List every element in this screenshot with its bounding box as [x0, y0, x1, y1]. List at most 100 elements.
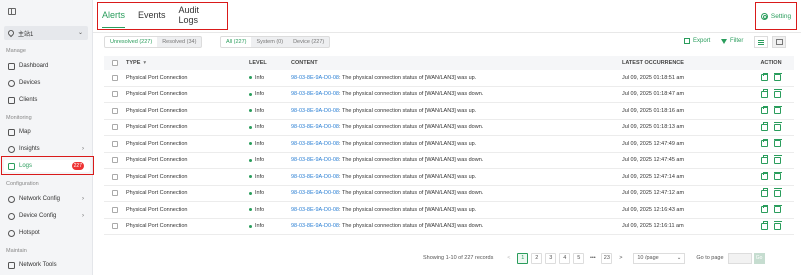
col-level: LEVEL	[249, 60, 267, 66]
filter-unresolved[interactable]: Unresolved (227)	[105, 37, 158, 47]
sidebar-item-map[interactable]: Map	[4, 126, 90, 138]
table-row[interactable]: Physical Port Connection Info 98-03-8E-9A-…	[104, 103, 794, 120]
tab-audit-logs[interactable]: Audit Logs	[179, 5, 214, 27]
setting-button[interactable]: Setting	[755, 2, 797, 30]
sidebar-item-dashboard[interactable]: Dashboard	[4, 60, 90, 72]
table-row[interactable]: Physical Port Connection Info 98-03-8E-9A-…	[104, 219, 794, 235]
sidebar-item-hotspot[interactable]: Hotspot	[4, 227, 90, 239]
row-checkbox[interactable]	[112, 124, 118, 131]
page-2[interactable]: 2	[531, 252, 543, 264]
cell-level: Info	[249, 190, 291, 196]
tab-alerts[interactable]: Alerts	[102, 10, 126, 28]
trash-icon[interactable]	[773, 155, 782, 164]
device-mac-link[interactable]: 98-03-8E-9A-D0-08	[291, 75, 339, 81]
table-row[interactable]: Physical Port Connection Info 98-03-8E-9A-…	[104, 136, 794, 153]
site-name: 主站1	[18, 31, 34, 38]
device-mac-link[interactable]: 98-03-8E-9A-D0-08	[291, 141, 339, 147]
row-checkbox[interactable]	[112, 173, 118, 180]
page-size-select[interactable]: 10 /page ⌄	[633, 252, 686, 264]
cell-type: Physical Port Connection	[126, 223, 188, 230]
sidebar-item-label: Network Config	[19, 196, 61, 202]
page-3[interactable]: 3	[545, 252, 557, 264]
resolve-icon[interactable]	[761, 221, 768, 230]
row-checkbox[interactable]	[112, 74, 118, 81]
filter-device[interactable]: Device (227)	[288, 37, 329, 47]
device-mac-link[interactable]: 98-03-8E-9A-D0-08	[291, 91, 339, 97]
go-button[interactable]: Go	[753, 252, 765, 264]
site-selector[interactable]: 主站1 ⌄	[4, 26, 88, 40]
col-type[interactable]: TYPE ▾	[126, 60, 249, 66]
trash-icon[interactable]	[773, 105, 782, 115]
sidebar-item-label: Network Tools	[19, 262, 57, 268]
trash-icon[interactable]	[773, 221, 782, 230]
prev-page-button[interactable]: <	[503, 253, 514, 264]
resolve-icon[interactable]	[761, 155, 768, 164]
row-checkbox[interactable]	[112, 190, 118, 197]
trash-icon[interactable]	[773, 138, 782, 148]
page-4[interactable]: 4	[559, 252, 571, 264]
table-row[interactable]: Physical Port Connection Info 98-03-8E-9A-…	[104, 87, 794, 103]
page-ellipsis[interactable]: •••	[587, 253, 598, 264]
table-row[interactable]: Physical Port Connection Info 98-03-8E-9A-…	[104, 153, 794, 169]
page-23[interactable]: 23	[601, 252, 613, 264]
panel-view-button[interactable]	[772, 36, 786, 48]
gear-icon	[760, 12, 768, 20]
device-mac-link[interactable]: 98-03-8E-9A-D0-08	[291, 108, 339, 114]
content-message: : The physical connection status of [WAN…	[339, 107, 477, 114]
export-button[interactable]: Export	[684, 38, 710, 44]
page-1[interactable]: 1	[517, 252, 529, 264]
sidebar-item-insights[interactable]: Insights ›	[4, 143, 90, 155]
sidebar-item-devices[interactable]: Devices	[4, 77, 90, 89]
resolve-icon[interactable]	[761, 204, 768, 214]
device-mac-link[interactable]: 98-03-8E-9A-D0-08	[291, 174, 339, 180]
table-row[interactable]: Physical Port Connection Info 98-03-8E-9A-…	[104, 70, 794, 87]
row-checkbox[interactable]	[112, 223, 118, 230]
row-checkbox[interactable]	[112, 91, 118, 98]
trash-icon[interactable]	[773, 171, 782, 181]
filter-icon[interactable]: ▾	[143, 60, 146, 66]
sidebar-item-network-tools[interactable]: Network Tools	[4, 259, 90, 271]
table-row[interactable]: Physical Port Connection Info 98-03-8E-9A-…	[104, 186, 794, 202]
filter-button[interactable]: Filter	[721, 38, 743, 44]
device-mac-link[interactable]: 98-03-8E-9A-D0-08	[291, 157, 339, 163]
filter-all[interactable]: All (227)	[221, 37, 252, 47]
info-dot-icon	[249, 109, 252, 113]
row-checkbox[interactable]	[112, 157, 118, 164]
row-checkbox[interactable]	[112, 206, 118, 213]
cell-type: Physical Port Connection	[126, 91, 188, 98]
sidebar-item-device-config[interactable]: Device Config ›	[4, 210, 90, 222]
row-checkbox[interactable]	[112, 140, 118, 147]
next-page-button[interactable]: >	[615, 253, 626, 264]
resolve-icon[interactable]	[761, 122, 768, 131]
resolve-icon[interactable]	[761, 171, 768, 181]
resolve-icon[interactable]	[761, 188, 768, 197]
table-row[interactable]: Physical Port Connection Info 98-03-8E-9A-…	[104, 202, 794, 219]
page-5[interactable]: 5	[573, 252, 585, 264]
filter-system[interactable]: System (0)	[251, 37, 288, 47]
table-row[interactable]: Physical Port Connection Info 98-03-8E-9A-…	[104, 120, 794, 136]
tab-events[interactable]: Events	[138, 10, 166, 22]
goto-page-input[interactable]	[727, 252, 752, 264]
sidebar-item-clients[interactable]: Clients	[4, 94, 90, 106]
panel-icon	[775, 39, 783, 45]
device-mac-link[interactable]: 98-03-8E-9A-D0-08	[291, 124, 339, 130]
resolve-icon[interactable]	[761, 138, 768, 148]
device-mac-link[interactable]: 98-03-8E-9A-D0-08	[291, 223, 339, 229]
trash-icon[interactable]	[773, 188, 782, 197]
select-all-checkbox[interactable]	[112, 60, 118, 66]
trash-icon[interactable]	[773, 204, 782, 214]
resolve-icon[interactable]	[761, 89, 768, 98]
sidebar-toggle-icon[interactable]	[8, 8, 16, 15]
row-checkbox[interactable]	[112, 107, 118, 114]
sidebar-item-network-config[interactable]: Network Config ›	[4, 193, 90, 205]
resolve-icon[interactable]	[761, 105, 768, 115]
device-mac-link[interactable]: 98-03-8E-9A-D0-08	[291, 190, 339, 196]
list-view-button[interactable]	[754, 36, 768, 48]
trash-icon[interactable]	[773, 122, 782, 131]
trash-icon[interactable]	[773, 89, 782, 98]
device-mac-link[interactable]: 98-03-8E-9A-D0-08	[291, 207, 339, 213]
resolve-icon[interactable]	[761, 72, 768, 82]
filter-resolved[interactable]: Resolved (34)	[157, 37, 201, 47]
trash-icon[interactable]	[773, 72, 782, 82]
table-row[interactable]: Physical Port Connection Info 98-03-8E-9A-…	[104, 169, 794, 186]
